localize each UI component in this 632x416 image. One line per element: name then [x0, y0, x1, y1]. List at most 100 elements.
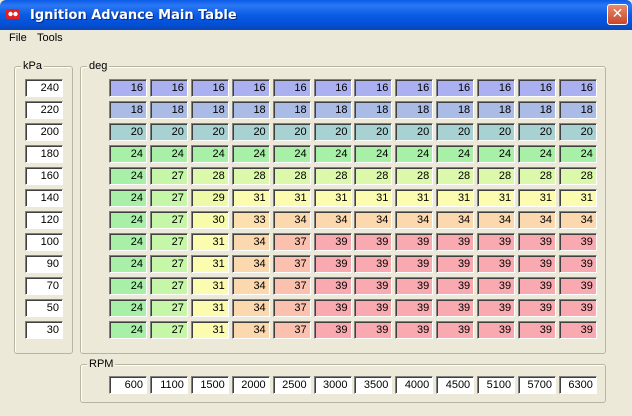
advance-cell[interactable]: 28 — [272, 167, 311, 185]
advance-cell[interactable]: 31 — [190, 321, 229, 339]
advance-cell[interactable]: 39 — [395, 321, 434, 339]
advance-cell[interactable]: 34 — [231, 255, 270, 273]
advance-cell[interactable]: 34 — [354, 211, 393, 229]
advance-cell[interactable]: 16 — [558, 79, 597, 97]
advance-cell[interactable]: 24 — [395, 145, 434, 163]
advance-cell[interactable]: 20 — [558, 123, 597, 141]
advance-cell[interactable]: 20 — [272, 123, 311, 141]
advance-cell[interactable]: 28 — [313, 167, 352, 185]
advance-cell[interactable]: 27 — [149, 299, 188, 317]
advance-cell[interactable]: 34 — [231, 321, 270, 339]
advance-cell[interactable]: 39 — [518, 233, 556, 251]
rpm-cell[interactable]: 600 — [109, 376, 147, 394]
advance-cell[interactable]: 24 — [109, 211, 147, 229]
kpa-cell[interactable]: 100 — [25, 233, 63, 251]
advance-cell[interactable]: 39 — [354, 277, 393, 295]
advance-cell[interactable]: 37 — [272, 233, 311, 251]
advance-cell[interactable]: 24 — [149, 145, 188, 163]
rpm-cell[interactable]: 5100 — [477, 376, 516, 394]
kpa-cell[interactable]: 90 — [25, 255, 63, 273]
advance-cell[interactable]: 20 — [313, 123, 352, 141]
advance-cell[interactable]: 20 — [518, 123, 556, 141]
advance-cell[interactable]: 29 — [190, 189, 229, 207]
advance-cell[interactable]: 28 — [231, 167, 270, 185]
advance-cell[interactable]: 18 — [436, 101, 475, 119]
rpm-cell[interactable]: 4000 — [395, 376, 434, 394]
advance-cell[interactable]: 34 — [395, 211, 434, 229]
advance-cell[interactable]: 34 — [272, 211, 311, 229]
advance-cell[interactable]: 18 — [518, 101, 556, 119]
advance-cell[interactable]: 31 — [558, 189, 597, 207]
advance-cell[interactable]: 31 — [272, 189, 311, 207]
rpm-cell[interactable]: 1100 — [149, 376, 188, 394]
advance-cell[interactable]: 31 — [190, 233, 229, 251]
kpa-cell[interactable]: 200 — [25, 123, 63, 141]
kpa-cell[interactable]: 50 — [25, 299, 63, 317]
advance-cell[interactable]: 39 — [436, 277, 475, 295]
advance-cell[interactable]: 39 — [395, 233, 434, 251]
advance-cell[interactable]: 39 — [354, 299, 393, 317]
advance-cell[interactable]: 39 — [354, 321, 393, 339]
advance-cell[interactable]: 37 — [272, 299, 311, 317]
rpm-cell[interactable]: 2000 — [231, 376, 270, 394]
advance-cell[interactable]: 28 — [518, 167, 556, 185]
advance-cell[interactable]: 39 — [313, 321, 352, 339]
advance-cell[interactable]: 16 — [395, 79, 434, 97]
advance-cell[interactable]: 18 — [313, 101, 352, 119]
advance-cell[interactable]: 39 — [477, 321, 516, 339]
rpm-cell[interactable]: 2500 — [272, 376, 311, 394]
advance-cell[interactable]: 16 — [477, 79, 516, 97]
advance-cell[interactable]: 18 — [477, 101, 516, 119]
advance-cell[interactable]: 24 — [109, 277, 147, 295]
advance-cell[interactable]: 20 — [109, 123, 147, 141]
rpm-cell[interactable]: 6300 — [558, 376, 597, 394]
advance-cell[interactable]: 37 — [272, 255, 311, 273]
advance-cell[interactable]: 34 — [558, 211, 597, 229]
advance-cell[interactable]: 37 — [272, 321, 311, 339]
menu-tools[interactable]: Tools — [37, 32, 63, 44]
advance-cell[interactable]: 20 — [477, 123, 516, 141]
advance-cell[interactable]: 31 — [231, 189, 270, 207]
advance-cell[interactable]: 27 — [149, 277, 188, 295]
advance-cell[interactable]: 24 — [477, 145, 516, 163]
advance-cell[interactable]: 27 — [149, 189, 188, 207]
advance-cell[interactable]: 39 — [436, 233, 475, 251]
advance-cell[interactable]: 16 — [149, 79, 188, 97]
advance-cell[interactable]: 39 — [436, 299, 475, 317]
advance-cell[interactable]: 27 — [149, 233, 188, 251]
advance-cell[interactable]: 39 — [477, 233, 516, 251]
advance-cell[interactable]: 20 — [436, 123, 475, 141]
advance-cell[interactable]: 16 — [231, 79, 270, 97]
advance-cell[interactable]: 24 — [109, 167, 147, 185]
advance-cell[interactable]: 16 — [109, 79, 147, 97]
kpa-cell[interactable]: 240 — [25, 79, 63, 97]
advance-cell[interactable]: 39 — [313, 277, 352, 295]
advance-cell[interactable]: 39 — [313, 233, 352, 251]
kpa-cell[interactable]: 160 — [25, 167, 63, 185]
advance-cell[interactable]: 24 — [313, 145, 352, 163]
advance-cell[interactable]: 34 — [518, 211, 556, 229]
kpa-cell[interactable]: 220 — [25, 101, 63, 119]
advance-cell[interactable]: 39 — [436, 321, 475, 339]
advance-cell[interactable]: 39 — [395, 277, 434, 295]
kpa-cell[interactable]: 180 — [25, 145, 63, 163]
advance-cell[interactable]: 24 — [109, 145, 147, 163]
advance-cell[interactable]: 24 — [558, 145, 597, 163]
advance-cell[interactable]: 39 — [395, 255, 434, 273]
advance-cell[interactable]: 20 — [354, 123, 393, 141]
advance-cell[interactable]: 39 — [518, 255, 556, 273]
advance-cell[interactable]: 27 — [149, 255, 188, 273]
advance-cell[interactable]: 18 — [231, 101, 270, 119]
advance-cell[interactable]: 24 — [190, 145, 229, 163]
advance-cell[interactable]: 39 — [477, 277, 516, 295]
advance-cell[interactable]: 34 — [231, 233, 270, 251]
advance-cell[interactable]: 34 — [436, 211, 475, 229]
advance-cell[interactable]: 24 — [231, 145, 270, 163]
advance-cell[interactable]: 39 — [395, 299, 434, 317]
advance-cell[interactable]: 16 — [518, 79, 556, 97]
advance-cell[interactable]: 24 — [109, 255, 147, 273]
advance-cell[interactable]: 16 — [313, 79, 352, 97]
advance-cell[interactable]: 24 — [109, 189, 147, 207]
advance-cell[interactable]: 18 — [395, 101, 434, 119]
advance-cell[interactable]: 31 — [190, 277, 229, 295]
